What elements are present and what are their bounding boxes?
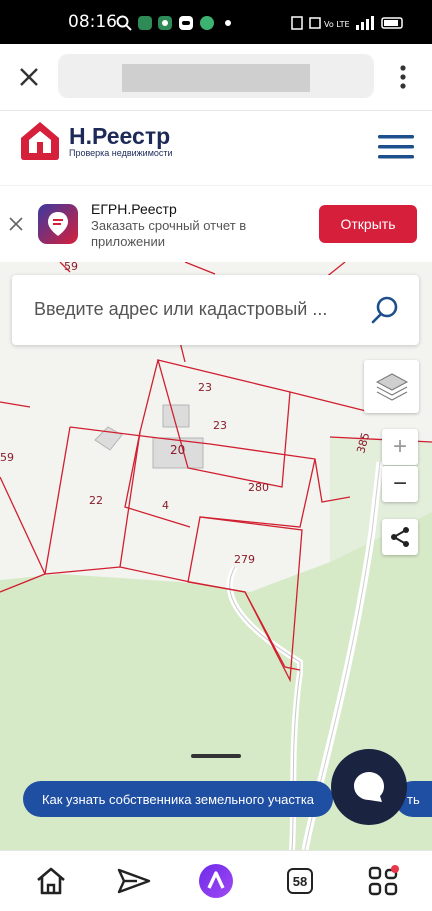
tabs-button[interactable]: 58 xyxy=(280,861,320,901)
chat-button[interactable] xyxy=(331,749,407,825)
notification-shield-icon xyxy=(158,16,172,30)
parcel-label: 22 xyxy=(89,494,103,507)
banner-close-icon[interactable] xyxy=(9,217,23,231)
parcel-label: 59 xyxy=(0,451,14,464)
dot-icon xyxy=(225,20,231,26)
notification-link-icon xyxy=(179,16,193,30)
chat-bubble-icon xyxy=(354,772,384,802)
open-app-button[interactable]: Открыть xyxy=(319,205,417,243)
parcel-label: 4 xyxy=(162,499,169,512)
url-text-redacted xyxy=(122,64,310,92)
apps-grid-icon xyxy=(368,865,399,896)
parcel-label: 279 xyxy=(234,553,255,566)
hamburger-icon[interactable] xyxy=(378,133,414,161)
svg-text:Vo LTE: Vo LTE xyxy=(324,20,350,29)
layers-button[interactable] xyxy=(364,360,419,413)
app-icon xyxy=(38,204,78,244)
site-logo-title: Н.Реестр xyxy=(69,123,171,149)
close-icon[interactable] xyxy=(18,66,40,88)
parcel-label: 280 xyxy=(248,481,269,494)
notification-green-icon xyxy=(200,16,214,30)
more-vertical-icon[interactable] xyxy=(395,64,411,90)
search-icon xyxy=(116,15,132,31)
status-time: 08:16 xyxy=(68,12,117,32)
home-icon xyxy=(37,867,65,895)
system-status-icons: Vo LTE xyxy=(291,16,403,30)
site-header: Н.Реестр Проверка недвижимости xyxy=(0,111,432,185)
house-logo-icon[interactable] xyxy=(18,119,62,163)
status-bar: 08:16 Vo LTE xyxy=(0,0,432,44)
layers-icon xyxy=(375,372,408,401)
search-input[interactable]: Введите адрес или кадастровый ... xyxy=(34,299,327,320)
promo-chip[interactable]: Как узнать собственника земельного участ… xyxy=(23,781,333,817)
parcel-label: 20 xyxy=(170,443,185,457)
home-button[interactable] xyxy=(31,861,71,901)
app-install-banner: ЕГРН.Реестр Заказать срочный отчет в при… xyxy=(0,186,432,262)
app-banner-description: Заказать срочный отчет в приложении xyxy=(91,218,247,249)
assistant-button[interactable] xyxy=(196,861,236,901)
tabs-count: 58 xyxy=(287,868,313,894)
zoom-out-button[interactable]: − xyxy=(382,466,418,502)
search-icon[interactable] xyxy=(370,295,400,325)
share-icon xyxy=(391,527,409,547)
browser-toolbar xyxy=(0,44,432,111)
paper-plane-icon xyxy=(117,868,151,894)
address-search-box[interactable]: Введите адрес или кадастровый ... xyxy=(12,275,419,345)
assistant-icon xyxy=(199,864,233,898)
zoom-in-button[interactable]: + xyxy=(382,429,418,465)
site-logo-subtitle: Проверка недвижимости xyxy=(69,148,173,158)
send-button[interactable] xyxy=(114,861,154,901)
browser-bottom-nav: 58 xyxy=(0,850,432,911)
notification-app-icon xyxy=(138,16,152,30)
share-button[interactable] xyxy=(382,519,418,555)
sheet-handle[interactable] xyxy=(191,754,241,758)
parcel-label: 59 xyxy=(64,262,78,273)
services-button[interactable] xyxy=(363,861,403,901)
parcel-label: 23 xyxy=(213,419,227,432)
app-banner-title: ЕГРН.Реестр xyxy=(91,201,177,217)
parcel-label: 23 xyxy=(198,381,212,394)
url-bar[interactable] xyxy=(58,54,374,98)
